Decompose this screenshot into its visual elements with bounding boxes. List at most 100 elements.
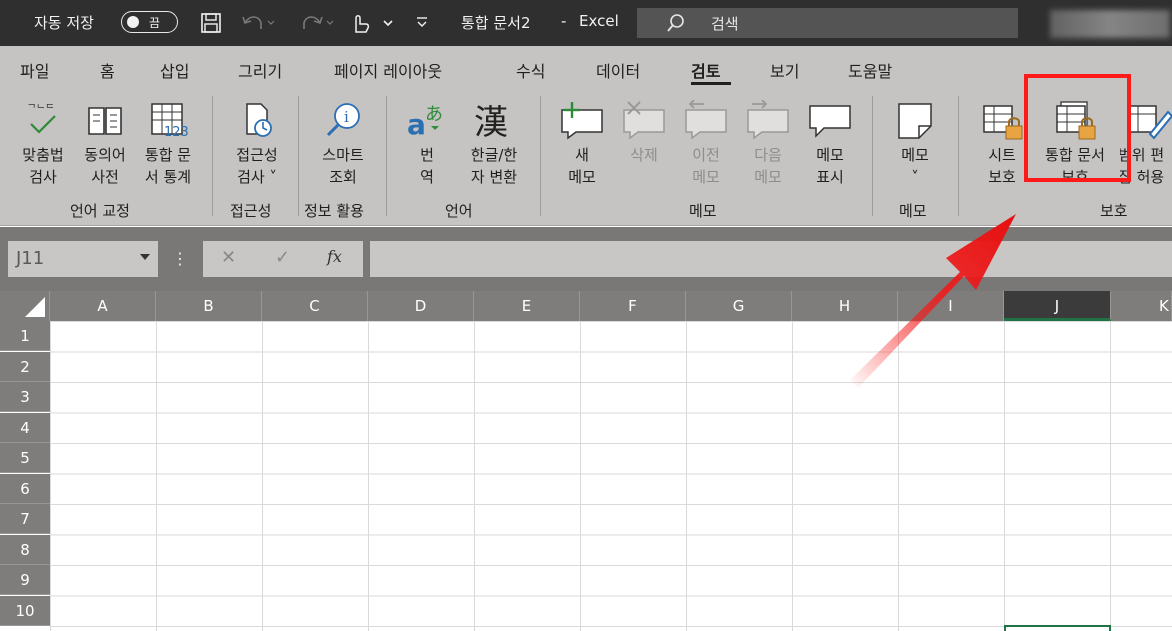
tab-view[interactable]: 보기 bbox=[770, 58, 799, 82]
check-accessibility-label: 접근성 검사 ˅ bbox=[236, 146, 278, 186]
more-options-icon[interactable]: ⋮ bbox=[172, 241, 188, 277]
translate-button[interactable]: aあ 번 역 bbox=[402, 100, 452, 188]
next-comment-icon bbox=[747, 100, 789, 140]
protect-sheet-button[interactable]: 시트 보호 bbox=[974, 100, 1030, 188]
cancel-icon[interactable]: ✕ bbox=[221, 247, 236, 268]
search-box[interactable]: 검색 bbox=[637, 8, 1018, 38]
app-name: Excel bbox=[579, 12, 619, 30]
row-header-10[interactable]: 10 bbox=[0, 596, 50, 626]
column-header-k[interactable]: K bbox=[1111, 291, 1172, 321]
workbook-statistics-icon: 123 bbox=[151, 103, 189, 140]
row-header-8[interactable]: 8 bbox=[0, 535, 50, 565]
column-header-e[interactable]: E bbox=[474, 291, 580, 321]
check-accessibility-button[interactable]: 접근성 검사 ˅ bbox=[222, 100, 292, 188]
annotation-arrow-icon bbox=[850, 214, 1016, 388]
workbook-statistics-button[interactable]: 123 통합 문 서 통계 bbox=[138, 100, 198, 188]
notes-button[interactable]: 메모 ˅ bbox=[886, 100, 944, 188]
delete-comment-button[interactable]: 삭제 bbox=[616, 100, 672, 166]
user-account[interactable] bbox=[1050, 10, 1170, 38]
name-box[interactable]: J11 bbox=[8, 241, 158, 277]
tab-data[interactable]: 데이터 bbox=[596, 58, 640, 82]
svg-text:a: a bbox=[407, 108, 426, 140]
selected-cell-j11[interactable] bbox=[1004, 625, 1111, 631]
new-comment-label: 새 메모 bbox=[568, 146, 596, 186]
notes-label: 메모 ˅ bbox=[901, 146, 929, 186]
translate-icon: aあ bbox=[407, 104, 443, 140]
group-insights: 정보 활용 bbox=[304, 202, 364, 220]
row-header-4[interactable]: 4 bbox=[0, 413, 50, 443]
accessibility-icon bbox=[246, 103, 272, 137]
select-all-button[interactable] bbox=[0, 291, 50, 321]
formula-input[interactable] bbox=[370, 241, 1172, 277]
group-proofing: 언어 교정 bbox=[70, 202, 130, 220]
column-header-b[interactable]: B bbox=[156, 291, 262, 321]
row-header-5[interactable]: 5 bbox=[0, 443, 50, 473]
show-comments-button[interactable]: 메모 표시 bbox=[802, 100, 858, 188]
highlight-box bbox=[1024, 74, 1131, 182]
delete-comment-icon bbox=[623, 101, 665, 140]
column-header-d[interactable]: D bbox=[368, 291, 474, 321]
notes-icon bbox=[898, 103, 932, 139]
enter-icon[interactable]: ✓ bbox=[275, 247, 290, 268]
smart-lookup-icon: i bbox=[326, 103, 360, 137]
title-bar: 자동 저장 끔 통합 문서2 - Excel 검색 bbox=[0, 0, 1172, 46]
undo-icon[interactable] bbox=[241, 11, 277, 35]
hanja-convert-icon: 漢 bbox=[474, 103, 508, 140]
tab-file[interactable]: 파일 bbox=[20, 58, 49, 82]
column-header-c[interactable]: C bbox=[262, 291, 368, 321]
save-icon[interactable] bbox=[199, 11, 223, 35]
row-header-3[interactable]: 3 bbox=[0, 382, 50, 412]
tab-page-layout[interactable]: 페이지 레이아웃 bbox=[334, 58, 442, 82]
column-header-g[interactable]: G bbox=[686, 291, 792, 321]
touch-mode-icon[interactable] bbox=[350, 10, 398, 36]
svg-text:あ: あ bbox=[425, 104, 443, 125]
row-header-6[interactable]: 6 bbox=[0, 474, 50, 504]
hanja-convert-label: 한글/한 자 변환 bbox=[470, 146, 518, 186]
new-comment-button[interactable]: 새 메모 bbox=[554, 100, 610, 188]
hanja-convert-button[interactable]: 漢 한글/한 자 변환 bbox=[460, 100, 528, 188]
spellcheck-button[interactable]: ᄀᄂᄃ 맞춤법 검사 bbox=[14, 100, 72, 188]
column-header-f[interactable]: F bbox=[580, 291, 686, 321]
tab-home[interactable]: 홈 bbox=[100, 58, 115, 82]
row-header-7[interactable]: 7 bbox=[0, 504, 50, 534]
redo-icon[interactable] bbox=[300, 11, 336, 35]
tab-formulas[interactable]: 수식 bbox=[516, 58, 545, 82]
group-divider bbox=[212, 96, 213, 216]
spellcheck-icon: ᄀᄂᄃ bbox=[27, 103, 56, 134]
group-comments: 메모 bbox=[689, 202, 717, 220]
toggle-knob bbox=[127, 16, 139, 28]
group-divider bbox=[872, 96, 873, 216]
insert-function-icon[interactable]: fx bbox=[327, 247, 342, 266]
row-header-9[interactable]: 9 bbox=[0, 565, 50, 595]
next-comment-label: 다음 메모 bbox=[754, 146, 782, 186]
spellcheck-label: 맞춤법 검사 bbox=[22, 146, 64, 186]
column-header-a[interactable]: A bbox=[50, 291, 156, 321]
tab-draw[interactable]: 그리기 bbox=[238, 58, 282, 82]
previous-comment-label: 이전 메모 bbox=[692, 146, 720, 186]
row-header-1[interactable]: 1 bbox=[0, 321, 50, 351]
row-header-2[interactable]: 2 bbox=[0, 352, 50, 382]
thesaurus-label: 동의어 사전 bbox=[84, 146, 126, 186]
chevron-down-icon[interactable] bbox=[140, 254, 150, 260]
tab-review[interactable]: 검토 bbox=[691, 58, 720, 82]
previous-comment-button[interactable]: 이전 메모 bbox=[678, 100, 734, 188]
smart-lookup-button[interactable]: i 스마트 조회 bbox=[308, 100, 378, 188]
group-divider bbox=[540, 96, 541, 216]
name-box-value: J11 bbox=[16, 248, 45, 269]
group-divider bbox=[298, 96, 299, 216]
protect-sheet-label: 시트 보호 bbox=[988, 146, 1016, 186]
group-divider bbox=[958, 96, 959, 216]
translate-label: 번 역 bbox=[420, 146, 434, 186]
customize-toolbar-icon[interactable] bbox=[414, 12, 430, 32]
next-comment-button[interactable]: 다음 메모 bbox=[740, 100, 796, 188]
thesaurus-button[interactable]: 동의어 사전 bbox=[76, 100, 134, 188]
group-language: 언어 bbox=[445, 202, 473, 220]
autosave-toggle[interactable]: 끔 bbox=[121, 11, 178, 33]
svg-text:123: 123 bbox=[164, 125, 189, 140]
show-comments-label: 메모 표시 bbox=[816, 146, 844, 186]
search-placeholder: 검색 bbox=[711, 15, 739, 33]
autosave-label: 자동 저장 bbox=[34, 14, 94, 32]
active-tab-indicator bbox=[691, 82, 731, 85]
tab-insert[interactable]: 삽입 bbox=[160, 58, 189, 82]
tab-help[interactable]: 도움말 bbox=[848, 58, 892, 82]
